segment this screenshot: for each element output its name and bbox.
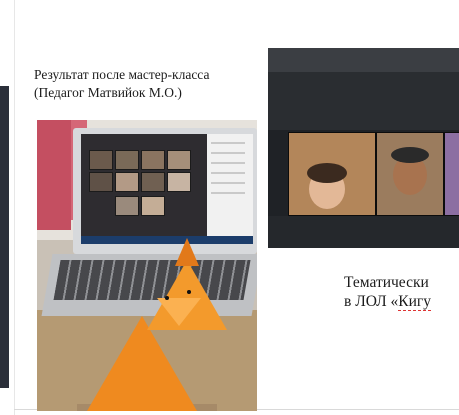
chat-line <box>211 152 245 154</box>
caption-masterclass-line1: Результат после мастер-класса <box>34 67 210 82</box>
call-window-bar <box>268 48 459 72</box>
video-tile <box>115 172 139 192</box>
video-tile <box>115 150 139 170</box>
presentation-slide: Результат после мастер-класса (Педагог М… <box>0 0 459 415</box>
participant-tile <box>376 132 444 216</box>
video-tile <box>89 172 113 192</box>
window-edge <box>0 86 9 388</box>
video-tile <box>141 196 165 216</box>
origami-fox-snout <box>157 298 201 326</box>
video-tile <box>141 150 165 170</box>
caption-thematic-word: Кигу <box>398 293 432 311</box>
origami-fox-body <box>87 316 197 411</box>
video-tile <box>89 150 113 170</box>
video-tile <box>167 150 191 170</box>
caption-masterclass-line2: (Педагог Матвийок М.О.) <box>34 85 182 100</box>
chat-line <box>211 162 245 164</box>
caption-thematic-line2: в ЛОЛ «Кигу <box>344 292 432 311</box>
caption-thematic-prefix: в ЛОЛ « <box>344 293 399 310</box>
video-tile <box>115 196 139 216</box>
fox-eye <box>187 290 191 294</box>
origami-fox-ear <box>175 238 199 266</box>
windows-taskbar <box>81 236 253 244</box>
participant-tile <box>288 132 376 216</box>
photo-video-call <box>268 48 459 248</box>
chat-line <box>211 192 245 194</box>
photo-curtain <box>37 120 71 230</box>
video-tile <box>141 172 165 192</box>
fox-eye <box>165 296 169 300</box>
chat-line <box>211 172 245 174</box>
participant-tile <box>444 132 459 216</box>
participant-hair <box>307 163 347 183</box>
call-screen-bottom <box>268 216 459 248</box>
caption-masterclass: Результат после мастер-класса (Педагог М… <box>34 66 209 102</box>
slide-left-border <box>14 0 15 415</box>
participant-headband <box>391 147 429 163</box>
caption-thematic: Тематически в ЛОЛ «Кигу <box>344 273 432 311</box>
caption-thematic-line1: Тематически <box>344 274 429 291</box>
chat-line <box>211 182 245 184</box>
photo-origami-fox-laptop <box>37 120 257 411</box>
chat-line <box>211 142 245 144</box>
video-tile <box>167 172 191 192</box>
chat-panel <box>207 134 253 244</box>
